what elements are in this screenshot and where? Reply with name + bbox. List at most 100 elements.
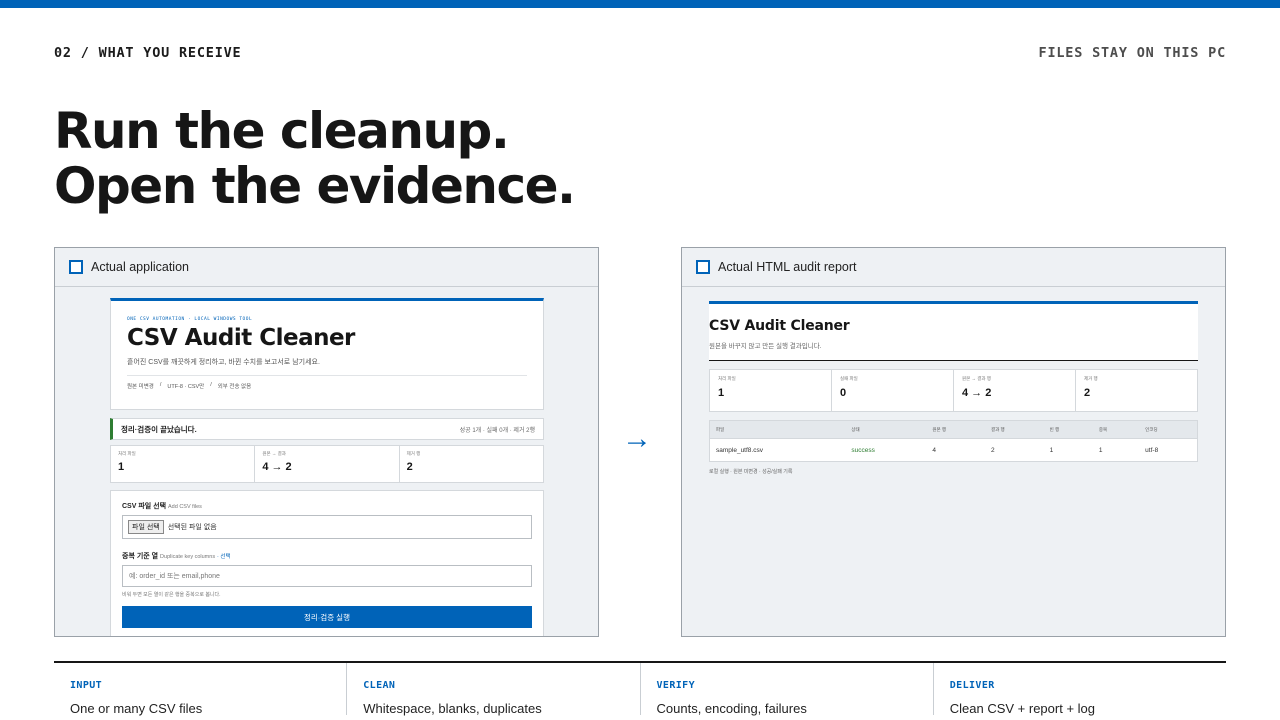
panel-header: Actual application: [55, 248, 598, 287]
metric-label: 제거 행: [406, 451, 421, 456]
file-label-sub: Add CSV files: [168, 504, 202, 510]
metric-label: 실패 파일: [840, 376, 858, 381]
column-header: 결과 행: [985, 420, 1044, 439]
report-footer: 로컬 실행 · 원본 미변경 · 성공/실패 기록: [709, 469, 793, 475]
meta-separator: /: [159, 382, 162, 388]
duplicate-key-input[interactable]: [122, 565, 532, 587]
report-metrics-row: 처리 파일 1 실패 파일 0 원본 → 결과 행 4 → 2 제거 행 2: [709, 369, 1198, 412]
arrow-right-icon: →: [622, 422, 652, 455]
meta-item: 원본 미변경: [127, 384, 154, 390]
report-subtitle: 원본을 바꾸지 않고 만든 실행 결과입니다.: [709, 343, 822, 350]
dup-help-text: 비워 두면 모든 열이 같은 행을 중복으로 봅니다.: [122, 592, 221, 598]
metric-card: 원본 → 결과 행 4 → 2: [954, 370, 1076, 411]
step-label: INPUT: [70, 680, 103, 691]
app-description: 흩어진 CSV를 깨끗하게 정리하고, 바뀐 수치를 보고서로 남기세요.: [127, 359, 320, 366]
report-header: CSV Audit Cleaner 원본을 바꾸지 않고 만든 실행 결과입니다…: [709, 301, 1198, 361]
metric-card: 처리 파일 1: [111, 446, 256, 482]
section-eyebrow: 02 / WHAT YOU RECEIVE: [54, 45, 242, 61]
run-cleanup-button[interactable]: 정리·검증 실행: [122, 606, 532, 628]
metric-card: 제거 행 2: [400, 446, 543, 482]
metric-card: 처리 파일 1: [710, 370, 832, 411]
dup-label-text: 중복 기준 열: [122, 553, 159, 560]
table-cell: utf-8: [1139, 438, 1198, 462]
column-header: 인코딩: [1139, 420, 1198, 439]
app-header-card: ONE CSV AUTOMATION · LOCAL WINDOWS TOOL …: [110, 298, 544, 410]
step-clean: CLEAN Whitespace, blanks, duplicates: [347, 663, 641, 716]
dup-label-sub: Duplicate key columns: [160, 554, 216, 560]
process-steps: INPUT One or many CSV files CLEAN Whites…: [54, 661, 1226, 720]
report-screenshot-panel: Actual HTML audit report CSV Audit Clean…: [681, 247, 1226, 637]
metric-value: 2: [1084, 387, 1091, 399]
privacy-eyebrow: FILES STAY ON THIS PC: [1038, 45, 1226, 61]
status-cell: success: [845, 438, 927, 462]
status-counts: 성공 1개 · 실패 0개 · 제거 2행: [459, 427, 535, 434]
dup-field-label: 중복 기준 열 Duplicate key columns · 선택: [122, 551, 532, 561]
table-cell: 1: [1043, 438, 1093, 462]
app-window: ONE CSV AUTOMATION · LOCAL WINDOWS TOOL …: [110, 298, 544, 636]
file-picker[interactable]: 파일 선택 선택된 파일 없음: [122, 515, 532, 539]
metric-card: 실패 파일 0: [832, 370, 954, 411]
table-header-row: 파일 상태 원본 행 결과 행 빈 행 중복 인코딩: [709, 420, 1198, 439]
app-metrics-row: 처리 파일 1 원본 → 결과 4 → 2 제거 행 2: [110, 445, 544, 483]
app-kicker: ONE CSV AUTOMATION · LOCAL WINDOWS TOOL: [127, 317, 253, 322]
metric-label: 제거 행: [1084, 376, 1098, 381]
table-cell: 2: [985, 438, 1044, 462]
metric-card: 제거 행 2: [1076, 370, 1197, 411]
status-message: 정리·검증이 끝났습니다.: [121, 424, 197, 434]
step-label: CLEAN: [363, 680, 396, 691]
checkbox-square-icon: [696, 260, 710, 274]
metric-value: 0: [840, 387, 847, 399]
metric-label: 원본 → 결과: [262, 451, 286, 456]
checkbox-square-icon: [69, 260, 83, 274]
metric-value: 1: [118, 461, 125, 473]
metric-value: 4 → 2: [962, 387, 992, 399]
dup-label-optional: · 선택: [217, 554, 231, 560]
app-meta-row: 원본 미변경 / UTF-8 · CSV만 / 외부 전송 없음: [127, 375, 527, 390]
step-text: Counts, encoding, failures: [656, 701, 807, 716]
metric-card: 원본 → 결과 4 → 2: [255, 446, 400, 482]
app-title: CSV Audit Cleaner: [127, 325, 355, 351]
audit-report: CSV Audit Cleaner 원본을 바꾸지 않고 만든 실행 결과입니다…: [709, 301, 1198, 475]
top-accent-bar: [0, 0, 1280, 8]
meta-item: 외부 전송 없음: [217, 384, 252, 390]
metric-label: 처리 파일: [718, 376, 736, 381]
column-header: 상태: [845, 420, 927, 439]
column-header: 빈 행: [1043, 420, 1093, 439]
headline-line-2: Open the evidence.: [54, 157, 576, 215]
panel-title: Actual application: [91, 260, 189, 274]
step-text: Whitespace, blanks, duplicates: [363, 701, 542, 716]
column-header: 원본 행: [926, 420, 986, 439]
metric-value: 1: [718, 387, 725, 399]
column-header: 파일: [709, 420, 846, 439]
file-field-label: CSV 파일 선택 Add CSV files: [122, 501, 532, 511]
column-header: 중복: [1092, 420, 1140, 439]
status-banner: 정리·검증이 끝났습니다. 성공 1개 · 실패 0개 · 제거 2행: [110, 418, 544, 440]
metric-label: 처리 파일: [118, 451, 136, 456]
headline-line-1: Run the cleanup.: [54, 102, 510, 160]
file-picker-status: 선택된 파일 없음: [167, 524, 217, 531]
step-label: DELIVER: [949, 680, 995, 691]
step-deliver: DELIVER Clean CSV + report + log: [934, 663, 1226, 716]
choose-file-button[interactable]: 파일 선택: [128, 520, 164, 534]
step-input: INPUT One or many CSV files: [54, 663, 348, 716]
options-form: CSV 파일 선택 Add CSV files 파일 선택 선택된 파일 없음 …: [110, 490, 544, 636]
step-verify: VERIFY Counts, encoding, failures: [641, 663, 934, 716]
metric-value: 2: [406, 461, 413, 473]
step-label: VERIFY: [656, 680, 696, 691]
report-title: CSV Audit Cleaner: [709, 318, 850, 334]
table-cell: 4: [926, 438, 986, 462]
headline: Run the cleanup. Open the evidence.: [54, 102, 576, 215]
panel-title: Actual HTML audit report: [718, 260, 857, 274]
metric-label: 원본 → 결과 행: [962, 376, 991, 381]
table-cell: 1: [1092, 438, 1140, 462]
meta-separator: /: [210, 382, 212, 388]
application-screenshot-panel: Actual application ONE CSV AUTOMATION · …: [54, 247, 599, 637]
file-label-text: CSV 파일 선택: [122, 503, 167, 510]
step-text: Clean CSV + report + log: [949, 701, 1095, 716]
report-table: 파일 상태 원본 행 결과 행 빈 행 중복 인코딩 sample_utf8.c…: [709, 420, 1198, 462]
meta-item: UTF-8 · CSV만: [167, 384, 205, 390]
table-row: sample_utf8.csv success 4 2 1 1 utf-8: [709, 438, 1198, 462]
step-text: One or many CSV files: [70, 701, 203, 716]
metric-value: 4 → 2: [262, 461, 292, 473]
panel-header: Actual HTML audit report: [682, 248, 1225, 287]
